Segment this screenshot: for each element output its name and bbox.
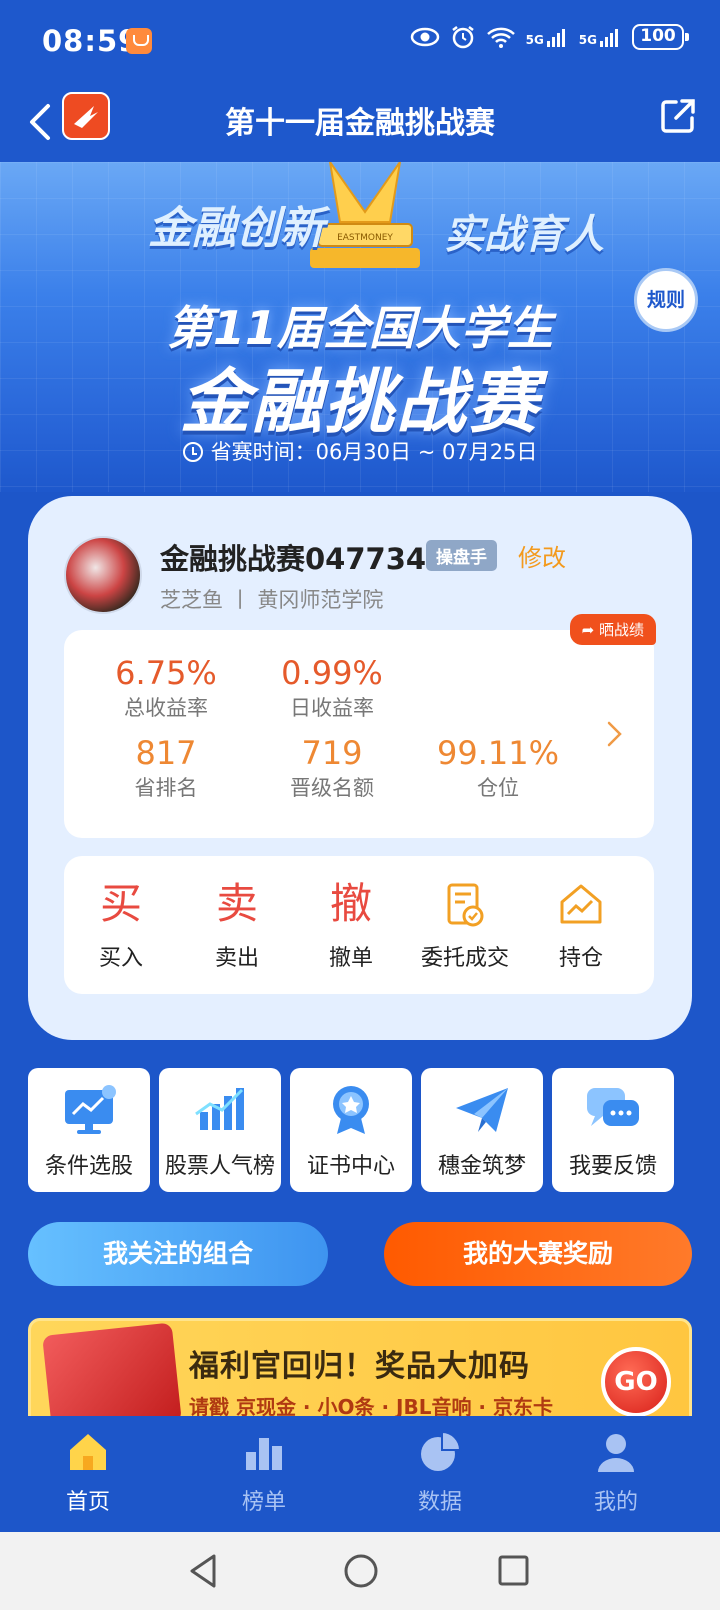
monitor-icon (65, 1085, 116, 1134)
order-check-icon (410, 876, 520, 932)
chat-icon (587, 1088, 639, 1126)
go-button[interactable]: GO (601, 1347, 671, 1416)
paper-plane-icon (456, 1088, 508, 1132)
followed-portfolios-button[interactable]: 我关注的组合 (28, 1222, 328, 1286)
share-results-button[interactable]: ➦ 晒战绩 (569, 614, 656, 645)
system-home-icon[interactable] (342, 1552, 380, 1590)
holdings-button[interactable]: 持仓 (526, 876, 636, 972)
trophy-text: EASTMONEY (337, 233, 393, 243)
stat-total-return: 6.75% 总收益率 (115, 654, 217, 720)
nav-bar: 第十一届金融挑战赛 (0, 82, 720, 162)
network-5g-icon: 5G (526, 27, 569, 47)
promo-subtitle: 请戳 京现金 · 小O条 · JBL音响 · 京东卡 (189, 1395, 553, 1416)
banner-tag-left: 金融创新 (148, 203, 324, 254)
sell-button[interactable]: 卖 卖出 (182, 876, 292, 972)
stat-promotion-quota: 719 晋级名额 (290, 734, 374, 800)
promo-headline: 福利官回归！奖品大加码 (189, 1349, 530, 1384)
system-back-icon[interactable] (186, 1552, 220, 1590)
clock: 08:59 (42, 24, 140, 58)
buy-icon: 买 (99, 879, 142, 928)
tool-grid: 条件选股 股票人气榜 证书中心 穗金筑梦 我要反馈 (28, 1068, 692, 1192)
account-card: 金融挑战赛047734 操盘手 修改 芝芝鱼 丨 黄冈师范学院 ➦ 晒战绩 6.… (28, 496, 692, 1040)
promo-banner[interactable]: 福利官回归！奖品大加码 请戳 京现金 · 小O条 · JBL音响 · 京东卡 G… (28, 1318, 692, 1416)
bar-chart-icon (195, 1088, 244, 1130)
share-icon[interactable] (658, 96, 698, 136)
sell-icon: 卖 (215, 879, 258, 928)
wifi-icon (486, 27, 515, 48)
username: 金融挑战赛047734 (160, 542, 427, 576)
edit-link[interactable]: 修改 (518, 538, 566, 573)
suijin-dream-tile[interactable]: 穗金筑梦 (421, 1068, 543, 1192)
status-bar: 08:59 5G 5G 100 (0, 0, 720, 82)
alarm-icon (451, 26, 474, 49)
battery-icon: 100 (632, 24, 689, 50)
stat-daily-return: 0.99% 日收益率 (281, 654, 383, 720)
chevron-right-icon[interactable] (606, 720, 624, 748)
system-navigation-bar (0, 1532, 720, 1610)
status-icons: 5G 5G 100 (410, 24, 689, 50)
contest-rewards-button[interactable]: 我的大赛奖励 (384, 1222, 692, 1286)
bottom-tab-bar: 首页 榜单 数据 我的 (0, 1416, 720, 1532)
stock-screener-tile[interactable]: 条件选股 (28, 1068, 150, 1192)
ranking-icon (246, 1438, 282, 1470)
tab-ranking[interactable]: 榜单 (204, 1430, 324, 1516)
stat-position: 99.11% 仓位 (436, 734, 559, 800)
network-5g-icon-2: 5G (579, 27, 622, 47)
level-badge: 操盘手 (426, 540, 497, 571)
holdings-icon (526, 876, 636, 932)
tab-profile[interactable]: 我的 (556, 1430, 676, 1516)
orders-fills-button[interactable]: 委托成交 (410, 876, 520, 972)
cancel-order-button[interactable]: 撤 撤单 (296, 876, 406, 972)
contest-period: 省赛时间：06月30日 ~ 07月25日 (0, 436, 720, 466)
stats-panel[interactable]: ➦ 晒战绩 6.75% 总收益率 0.99% 日收益率 817 省排名 719 晋级名额… (64, 614, 656, 838)
banner-tag-right: 实战育人 (444, 212, 604, 258)
school-info: 芝芝鱼 丨 黄冈师范学院 (160, 588, 384, 612)
stat-province-rank: 817 省排名 (134, 734, 198, 800)
banner-headline-2: 金融挑战赛 (180, 361, 540, 443)
gift-image (42, 1322, 182, 1416)
pie-icon (421, 1430, 462, 1471)
eye-icon (410, 27, 439, 47)
certificate-center-tile[interactable]: 证书中心 (290, 1068, 412, 1192)
home-icon (70, 1434, 106, 1470)
user-icon (598, 1434, 634, 1472)
medal-icon (333, 1086, 369, 1134)
contest-banner: EASTMONEY 金融创新 实战育人 规则 第11届全国大学生 金融挑战赛 省… (0, 162, 720, 492)
tab-data[interactable]: 数据 (380, 1430, 500, 1516)
stock-popularity-tile[interactable]: 股票人气榜 (159, 1068, 281, 1192)
page-title: 第十一届金融挑战赛 (225, 106, 495, 141)
system-recents-icon[interactable] (496, 1552, 530, 1590)
clock-icon (182, 442, 203, 462)
feedback-tile[interactable]: 我要反馈 (552, 1068, 674, 1192)
avatar[interactable] (64, 536, 142, 614)
tab-home[interactable]: 首页 (28, 1430, 148, 1516)
trade-actions: 买 买入 卖 卖出 撤 撤单 委托成交 持仓 (64, 856, 654, 994)
cancel-order-icon: 撤 (329, 879, 372, 928)
buy-button[interactable]: 买 买入 (66, 876, 176, 972)
app-notification-icon (126, 28, 152, 54)
